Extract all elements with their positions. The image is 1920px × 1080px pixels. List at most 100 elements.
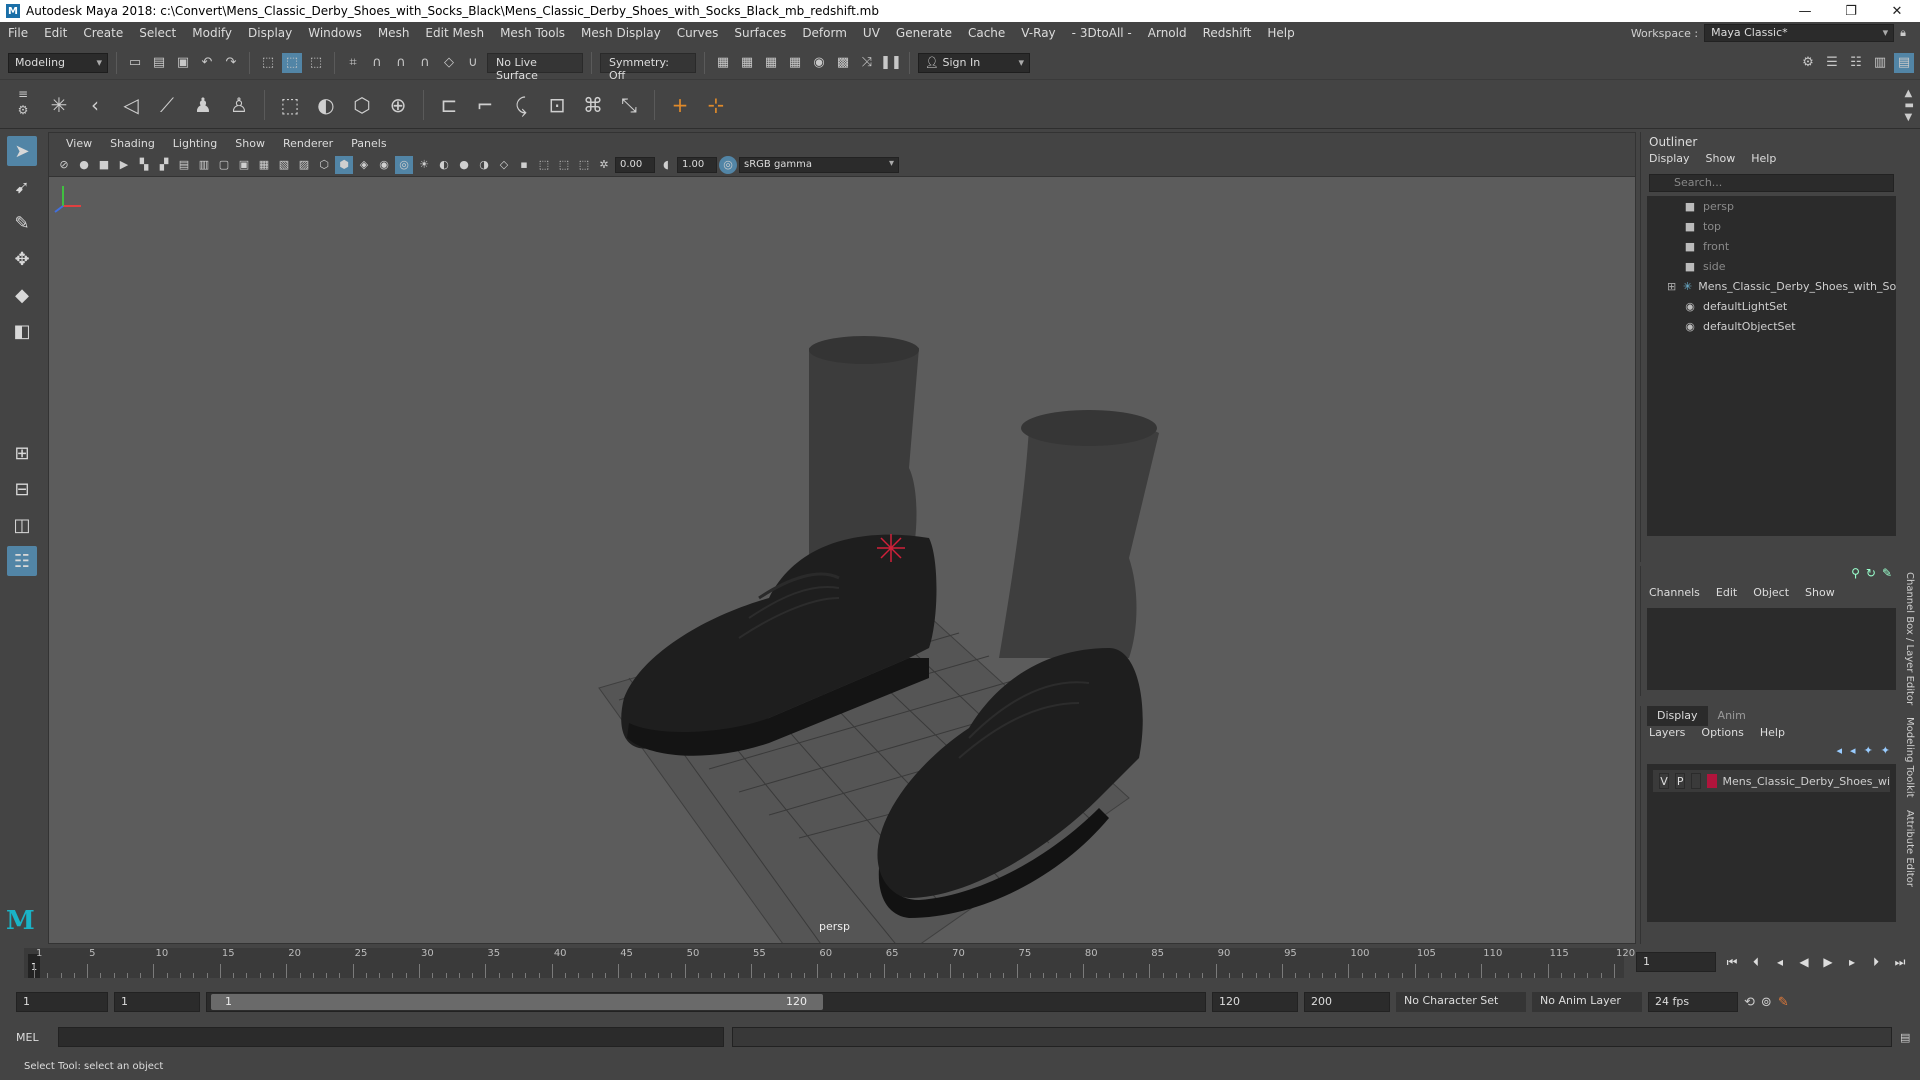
layer-menu-layers[interactable]: Layers bbox=[1649, 726, 1685, 744]
bezier-curve-icon[interactable]: ⟋ bbox=[152, 90, 182, 120]
modeling-toolkit-toggle-icon[interactable]: ⚙ bbox=[1798, 53, 1818, 73]
menu-mesh[interactable]: Mesh bbox=[370, 26, 418, 40]
step-back-key-icon[interactable]: ⏴ bbox=[1748, 953, 1764, 971]
menu-edit-mesh[interactable]: Edit Mesh bbox=[417, 26, 492, 40]
range-slider-bar[interactable]: 1 120 bbox=[206, 992, 1206, 1012]
select-hierarchy-icon[interactable]: ⬚ bbox=[258, 53, 278, 73]
exposure-field[interactable]: 0.00 bbox=[615, 156, 655, 173]
move-layer-up-icon[interactable]: ◂ bbox=[1837, 744, 1843, 764]
menu-generate[interactable]: Generate bbox=[888, 26, 960, 40]
gate-mask-icon[interactable]: ▣ bbox=[235, 156, 253, 174]
script-language-toggle[interactable]: MEL bbox=[16, 1031, 50, 1044]
ik-handle-icon[interactable]: ⌐ bbox=[470, 90, 500, 120]
select-component-icon[interactable]: ⬚ bbox=[306, 53, 326, 73]
color-management-icon[interactable]: ◎ bbox=[719, 155, 737, 174]
playback-start-field[interactable]: 1 bbox=[114, 992, 200, 1012]
pause-icon[interactable]: ❚❚ bbox=[880, 53, 902, 73]
joint-tool-icon[interactable]: ⊏ bbox=[434, 90, 464, 120]
wrap-icon[interactable]: ⬡ bbox=[347, 90, 377, 120]
ipr-render-icon[interactable]: ▦ bbox=[761, 53, 781, 73]
go-to-start-icon[interactable]: ⏮ bbox=[1724, 953, 1740, 971]
step-forward-frame-icon[interactable]: ▸ bbox=[1844, 953, 1860, 971]
new-layer-icon[interactable]: ✦ bbox=[1864, 744, 1873, 764]
snap-point-icon[interactable]: ∩ bbox=[391, 53, 411, 73]
outliner-menu-show[interactable]: Show bbox=[1706, 152, 1736, 170]
outliner-menu-display[interactable]: Display bbox=[1649, 152, 1690, 170]
animation-start-field[interactable]: 1 bbox=[16, 992, 108, 1012]
playback-end-field[interactable]: 120 bbox=[1212, 992, 1298, 1012]
move-layer-down-icon[interactable]: ◂ bbox=[1850, 744, 1856, 764]
menu-file[interactable]: File bbox=[0, 26, 36, 40]
menu-arnold[interactable]: Arnold bbox=[1140, 26, 1195, 40]
view-transform-dropdown[interactable]: sRGB gamma bbox=[739, 156, 899, 173]
gamma-icon[interactable]: ◖ bbox=[657, 156, 675, 174]
ep-curve-tool-icon[interactable]: ‹ bbox=[80, 90, 110, 120]
menu-help[interactable]: Help bbox=[1259, 26, 1302, 40]
channel-refresh-icon[interactable]: ↻ bbox=[1866, 566, 1876, 586]
outliner-item-shoes-group[interactable]: ⊞ ✳ Mens_Classic_Derby_Shoes_with_Socks_ bbox=[1647, 276, 1896, 296]
attribute-editor-toggle-icon[interactable]: ☰ bbox=[1822, 53, 1842, 73]
range-slider-handle[interactable]: 1 120 bbox=[211, 994, 823, 1010]
current-frame-field[interactable]: 1 bbox=[1636, 952, 1716, 972]
lasso-tool-icon[interactable]: ➹ bbox=[7, 172, 37, 202]
tab-anim[interactable]: Anim bbox=[1708, 706, 1756, 726]
3d-viewport[interactable]: persp bbox=[49, 178, 1635, 943]
ik-spline-icon[interactable]: ⤹ bbox=[506, 90, 536, 120]
depth-of-field-icon[interactable]: ◇ bbox=[495, 156, 513, 174]
redshift-render-icon[interactable]: ⤨ bbox=[857, 53, 877, 73]
menu-mesh-display[interactable]: Mesh Display bbox=[573, 26, 669, 40]
viewport-menu-lighting[interactable]: Lighting bbox=[164, 137, 226, 150]
step-back-frame-icon[interactable]: ◂ bbox=[1772, 953, 1788, 971]
snap-curve-icon[interactable]: ∩ bbox=[367, 53, 387, 73]
paint-select-tool-icon[interactable]: ✎ bbox=[7, 208, 37, 238]
viewport-menu-panels[interactable]: Panels bbox=[342, 137, 395, 150]
camera-attributes-icon[interactable]: ● bbox=[75, 156, 93, 174]
grease-pencil-icon[interactable]: ▞ bbox=[155, 156, 173, 174]
snap-live-icon[interactable]: ◇ bbox=[439, 53, 459, 73]
xray-joints-icon[interactable]: ⬚ bbox=[555, 156, 573, 174]
anim-layer-dropdown[interactable]: No Anim Layer bbox=[1532, 992, 1642, 1012]
menu-create[interactable]: Create bbox=[75, 26, 131, 40]
wireframe-icon[interactable]: ⬡ bbox=[315, 156, 333, 174]
command-input[interactable] bbox=[58, 1027, 724, 1047]
gamma-field[interactable]: 1.00 bbox=[677, 156, 717, 173]
menu-3dtoall[interactable]: - 3DtoAll - bbox=[1064, 26, 1140, 40]
mirror-weights-icon[interactable]: ⤡ bbox=[614, 90, 644, 120]
render-sequence-icon[interactable]: ▦ bbox=[737, 53, 757, 73]
film-gate-icon[interactable]: ▥ bbox=[195, 156, 213, 174]
bookmark-icon[interactable]: ■ bbox=[95, 156, 113, 174]
outliner-item-persp[interactable]: ■ persp bbox=[1647, 196, 1896, 216]
menu-redshift[interactable]: Redshift bbox=[1195, 26, 1260, 40]
outliner-layout-icon[interactable]: ☷ bbox=[7, 546, 37, 576]
outliner-menu-help[interactable]: Help bbox=[1751, 152, 1776, 170]
channel-menu-show[interactable]: Show bbox=[1805, 586, 1835, 604]
character-set-dropdown[interactable]: No Character Set bbox=[1396, 992, 1526, 1012]
go-to-end-icon[interactable]: ⏭ bbox=[1892, 953, 1908, 971]
backface-culling-icon[interactable]: ⬚ bbox=[575, 156, 593, 174]
outliner-item-default-light-set[interactable]: ◉ defaultLightSet bbox=[1647, 296, 1896, 316]
select-object-icon[interactable]: ⬚ bbox=[282, 52, 302, 73]
bind-skin-icon[interactable]: ⊡ bbox=[542, 90, 572, 120]
viewport-menu-show[interactable]: Show bbox=[226, 137, 274, 150]
shadows-icon[interactable]: ☀ bbox=[415, 156, 433, 174]
modeling-toolkit-tab[interactable]: Modeling Toolkit bbox=[1902, 711, 1917, 804]
animation-prefs-icon[interactable]: ✎ bbox=[1778, 995, 1789, 1010]
ambient-occlusion-icon[interactable]: ◐ bbox=[435, 156, 453, 174]
new-scene-icon[interactable]: ▭ bbox=[125, 53, 145, 73]
symmetry-dropdown[interactable]: Symmetry: Off bbox=[600, 52, 696, 82]
tab-display[interactable]: Display bbox=[1647, 706, 1708, 726]
layer-row[interactable]: V P Mens_Classic_Derby_Shoes_wi bbox=[1653, 770, 1890, 792]
scale-tool-icon[interactable]: ◧ bbox=[7, 316, 37, 346]
redo-icon[interactable]: ↷ bbox=[221, 53, 241, 73]
snap-grid-icon[interactable]: ⌗ bbox=[343, 53, 363, 73]
layer-playback-toggle[interactable]: P bbox=[1675, 773, 1686, 789]
paint-weights-icon[interactable]: ⌘ bbox=[578, 90, 608, 120]
constraint-icon[interactable]: ⊹ bbox=[701, 90, 731, 120]
menu-uv[interactable]: UV bbox=[855, 26, 888, 40]
menu-mesh-tools[interactable]: Mesh Tools bbox=[492, 26, 573, 40]
close-button[interactable]: ✕ bbox=[1874, 0, 1920, 22]
expand-icon[interactable]: ⊞ bbox=[1667, 280, 1676, 293]
sign-in-dropdown[interactable]: 👤︎ Sign In bbox=[918, 52, 1030, 73]
channel-menu-channels[interactable]: Channels bbox=[1649, 586, 1700, 604]
outliner-item-top[interactable]: ■ top bbox=[1647, 216, 1896, 236]
